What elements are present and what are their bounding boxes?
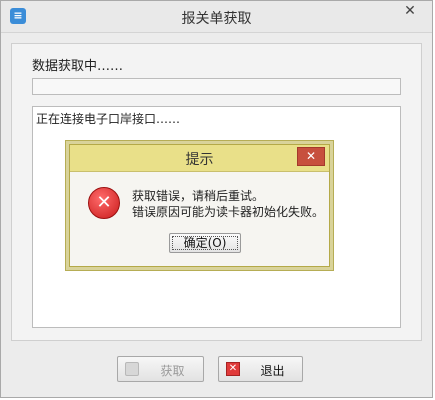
window-title: 报关单获取 <box>181 11 252 27</box>
fetch-button[interactable]: 获取 <box>117 356 204 382</box>
dialog-title-bar[interactable]: 提示 ✕ <box>70 145 329 172</box>
dialog-title: 提示 <box>185 152 214 168</box>
dialog-message-line-2: 错误原因可能为读卡器初始化失败。 <box>132 205 325 219</box>
dialog-close-button[interactable]: ✕ <box>297 147 325 166</box>
exit-button[interactable]: ✕ 退出 <box>218 356 303 382</box>
error-dialog: 提示 ✕ ✕ 获取错误，请稍后重试。 错误原因可能为读卡器初始化失败。 确定(O… <box>69 144 330 267</box>
download-icon <box>125 362 139 376</box>
button-bar: 获取 ✕ 退出 <box>1 351 432 387</box>
error-icon: ✕ <box>88 187 120 219</box>
status-label: 数据获取中…… <box>32 59 124 74</box>
ok-button[interactable]: 确定(O) <box>169 233 241 253</box>
log-line: 正在连接电子口岸接口…… <box>36 112 181 126</box>
dialog-message-line-1: 获取错误，请稍后重试。 <box>132 189 265 203</box>
progress-bar <box>32 78 401 95</box>
title-bar[interactable]: ≡ 报关单获取 ✕ <box>1 1 432 33</box>
exit-icon: ✕ <box>226 362 240 376</box>
ok-button-focus-ring <box>172 236 238 250</box>
fetch-button-label: 获取 <box>160 364 185 378</box>
exit-button-label: 退出 <box>260 364 285 378</box>
window-close-button[interactable]: ✕ <box>389 1 431 21</box>
